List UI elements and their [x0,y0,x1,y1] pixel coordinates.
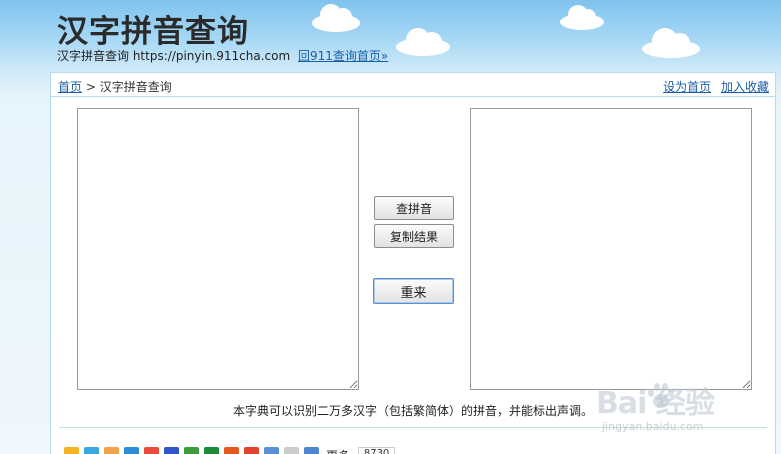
pinyin-output-textarea[interactable] [470,108,752,390]
cloud-decoration [560,5,604,30]
copy-result-button[interactable]: 复制结果 [374,224,454,248]
print-icon[interactable] [224,447,239,454]
renren-icon[interactable] [144,447,159,454]
cloud-decoration [396,28,450,56]
more-icon[interactable] [304,447,319,454]
baidu-icon[interactable] [164,447,179,454]
cloud-decoration [312,4,360,32]
kaixin-icon[interactable] [204,447,219,454]
share-bar: 更多 8730 [64,447,396,454]
reset-button[interactable]: 重来 [373,278,454,304]
site-url-text: 汉字拼音查询 https://pinyin.911cha.com [57,49,291,63]
dictionary-note: 本字典可以识别二万多汉字（包括繁简体）的拼音，并能标出声调。 [233,404,594,418]
main-panel: 首页 > 汉字拼音查询 设为首页 加入收藏 查拼音 复制结果 重来 本字典可以识… [50,72,776,454]
breadcrumb-home-link[interactable]: 首页 [58,80,82,94]
breadcrumb-separator: > [85,80,96,94]
set-homepage-link[interactable]: 设为首页 [663,80,711,94]
cloud-decoration [642,28,700,58]
share-count-badge: 8730 [357,447,396,454]
qzone-icon[interactable] [64,447,79,454]
copy-icon[interactable] [284,447,299,454]
douban-icon[interactable] [184,447,199,454]
lookup-pinyin-button[interactable]: 查拼音 [374,196,454,220]
site-subtitle: 汉字拼音查询 https://pinyin.911cha.com 回911查询首… [57,47,388,64]
friend-icon[interactable] [84,447,99,454]
chinese-input-textarea[interactable] [77,108,359,390]
tencent-weibo-icon[interactable] [124,447,139,454]
breadcrumb: 首页 > 汉字拼音查询 [58,78,172,95]
section-divider [59,427,767,428]
nav-bar: 首页 > 汉字拼音查询 设为首页 加入收藏 [51,73,775,97]
back-home-link[interactable]: 回911查询首页» [298,49,388,63]
header-links: 设为首页 加入收藏 [657,78,769,95]
mail-icon[interactable] [264,447,279,454]
add-favorite-link[interactable]: 加入收藏 [721,80,769,94]
share-more-label[interactable]: 更多 [326,449,350,454]
sina-icon[interactable] [244,447,259,454]
weibo-icon[interactable] [104,447,119,454]
breadcrumb-current: 汉字拼音查询 [99,80,172,94]
site-title: 汉字拼音查询 [57,14,249,50]
